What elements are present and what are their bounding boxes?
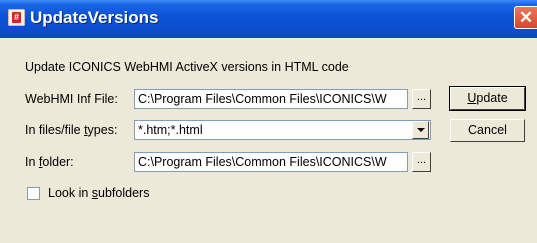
description-text: Update ICONICS WebHMI ActiveX versions i…	[25, 60, 349, 74]
update-button[interactable]: Update	[449, 86, 526, 111]
inf-file-field[interactable]: C:\Program Files\Common Files\ICONICS\W	[134, 89, 408, 109]
file-types-value: *.htm;*.html	[138, 123, 203, 137]
update-versions-dialog: # UpdateVersions ✕ Update ICONICS WebHMI…	[0, 0, 537, 243]
close-button[interactable]: ✕	[514, 6, 537, 29]
cancel-button[interactable]: Cancel	[450, 119, 525, 142]
close-icon: ✕	[518, 8, 534, 27]
folder-browse-button[interactable]: ...	[412, 152, 431, 172]
title-bar[interactable]: # UpdateVersions ✕	[0, 0, 537, 38]
file-types-combobox[interactable]: *.htm;*.html	[134, 120, 431, 140]
subfolders-checkbox[interactable]	[27, 187, 40, 200]
inf-file-label: WebHMI Inf File:	[25, 92, 118, 106]
folder-field[interactable]: C:\Program Files\Common Files\ICONICS\W	[134, 152, 408, 172]
chevron-down-icon[interactable]	[412, 121, 429, 139]
subfolders-label[interactable]: Look in subfolders	[48, 186, 149, 200]
app-icon: #	[8, 9, 25, 26]
file-types-label: In files/file types:	[25, 123, 118, 137]
inf-file-browse-button[interactable]: ...	[412, 89, 431, 109]
folder-label: In folder:	[25, 155, 74, 169]
window-title: UpdateVersions	[30, 8, 159, 27]
